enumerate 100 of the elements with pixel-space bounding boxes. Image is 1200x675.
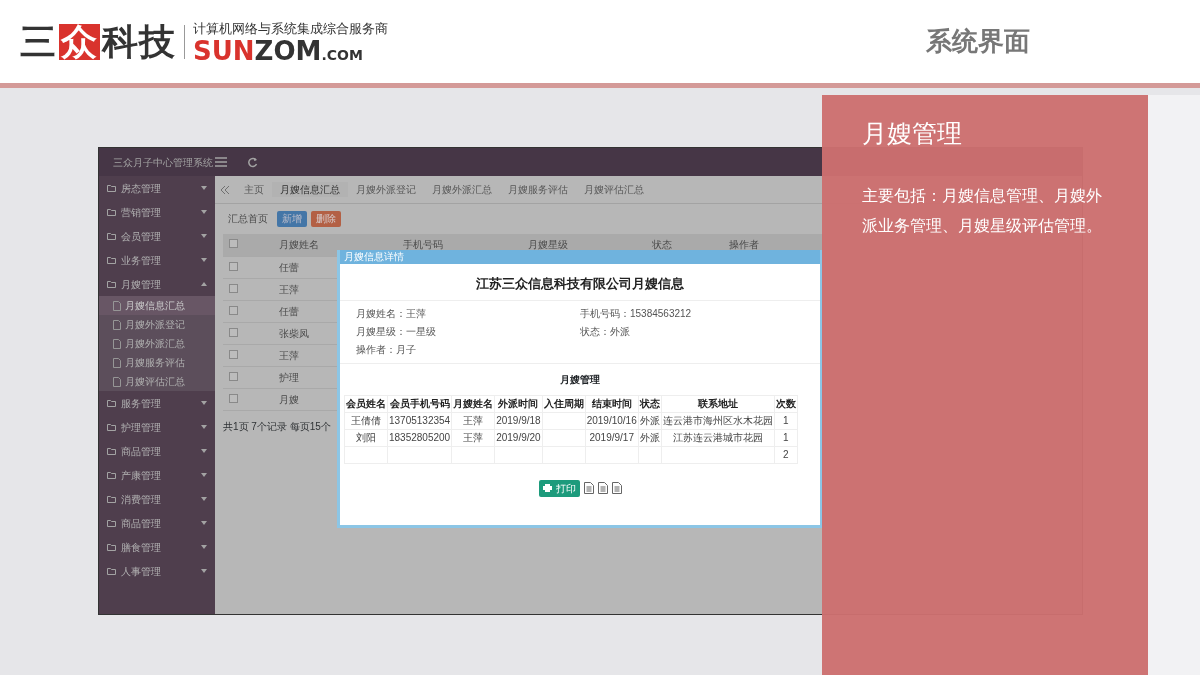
folder-icon (107, 446, 117, 456)
table-cell: 外派 (638, 429, 662, 446)
add-button[interactable]: 新增 (277, 211, 307, 227)
tab[interactable]: 月嫂服务评估 (500, 182, 576, 197)
tab[interactable]: 月嫂外派汇总 (424, 182, 500, 197)
folder-icon (107, 398, 117, 408)
sidebar-item[interactable]: 产康管理 (99, 463, 215, 487)
field-label: 操作者： (356, 343, 396, 357)
checkbox[interactable] (229, 261, 238, 271)
sidebar-item[interactable]: 营销管理 (99, 200, 215, 224)
slide-title: 系统界面 (926, 25, 1030, 58)
checkbox[interactable] (229, 327, 238, 337)
panel-text: 主要包括：月嫂信息管理、月嫂外派业务管理、月嫂星级评估管理。 (862, 184, 1103, 237)
sidebar-item[interactable]: 护理管理 (99, 415, 215, 439)
table-cell: 2019/9/18 (494, 412, 543, 429)
file-icon[interactable] (611, 482, 622, 494)
table-cell: 2019/9/17 (585, 429, 639, 446)
table-cell: 刘阳 (344, 429, 388, 446)
sidebar-item[interactable]: 人事管理 (99, 559, 215, 583)
folder-icon (107, 183, 117, 193)
brand-logo: 三众科技 (20, 23, 176, 60)
column-header: 月嫂姓名 (451, 395, 495, 412)
sidebar-item[interactable]: 消费管理 (99, 487, 215, 511)
print-button[interactable]: 打印 (538, 479, 580, 497)
table-cell: 1 (774, 429, 798, 446)
column-header: 次数 (774, 395, 798, 412)
brand-domain: SUNZOM.COM (193, 38, 364, 65)
sidebar-subitem[interactable]: 月嫂信息汇总 (99, 296, 215, 315)
checkbox[interactable] (229, 393, 238, 403)
sidebar-subitem[interactable]: 月嫂外派登记 (99, 315, 215, 334)
folder-icon (107, 279, 117, 289)
document-icon (113, 338, 121, 349)
folder-icon (107, 255, 117, 265)
table-cell: 江苏连云港城市花园 (661, 429, 775, 446)
folder-icon (107, 231, 117, 241)
sidebar-item[interactable]: 商品管理 (99, 439, 215, 463)
folder-icon (107, 518, 117, 528)
sidebar-item[interactable]: 房态管理 (99, 176, 215, 200)
table-cell: 2019/9/20 (494, 429, 543, 446)
field-label: 状态： (580, 325, 610, 339)
field-value: 月子 (396, 343, 416, 357)
table-cell: 18352805200 (387, 429, 452, 446)
brand-tagline: 计算机网络与系统集成综合服务商 (193, 19, 388, 38)
table-cell: 2019/10/16 (585, 412, 639, 429)
sidebar-item[interactable]: 业务管理 (99, 248, 215, 272)
column-header: 结束时间 (585, 395, 639, 412)
sidebar-item[interactable]: 商品管理 (99, 511, 215, 535)
collapse-icon[interactable] (221, 185, 230, 194)
app-title: 三众月子中心管理系统 (112, 155, 214, 170)
sidebar-subitem[interactable]: 月嫂外派汇总 (99, 334, 215, 353)
table-cell: 2 (774, 446, 798, 463)
pager-text: 共1页 7个记录 每页15个 (223, 420, 331, 432)
tab[interactable]: 主页 (236, 182, 272, 197)
tab[interactable]: 月嫂信息汇总 (272, 182, 348, 197)
folder-icon (107, 566, 117, 576)
folder-icon (107, 542, 117, 552)
checkbox[interactable] (229, 305, 238, 315)
field-value: 王萍 (406, 307, 426, 321)
delete-button[interactable]: 删除 (311, 211, 341, 227)
column-header: 外派时间 (494, 395, 543, 412)
column-header: 会员手机号码 (387, 395, 452, 412)
menu-icon[interactable] (215, 157, 227, 167)
sidebar-subitem[interactable]: 月嫂服务评估 (99, 353, 215, 372)
refresh-icon[interactable] (247, 156, 258, 168)
file-icon[interactable] (583, 482, 594, 494)
sidebar-item[interactable]: 服务管理 (99, 391, 215, 415)
column-header: 联系地址 (661, 395, 775, 412)
column-header: 入住周期 (542, 395, 586, 412)
file-icon[interactable] (597, 482, 608, 494)
column-header: 会员姓名 (344, 395, 388, 412)
checkbox[interactable] (229, 239, 238, 249)
table-cell: 连云港市海州区水木花园 (661, 412, 775, 429)
sidebar-item[interactable]: 会员管理 (99, 224, 215, 248)
checkbox[interactable] (229, 371, 238, 381)
tab[interactable]: 月嫂评估汇总 (576, 182, 652, 197)
folder-icon (107, 470, 117, 480)
checkbox[interactable] (229, 283, 238, 293)
tab[interactable]: 月嫂外派登记 (348, 182, 424, 197)
folder-icon (107, 422, 117, 432)
field-label: 手机号码： (580, 307, 630, 321)
table-cell: 王萍 (451, 412, 495, 429)
sidebar-item[interactable]: 月嫂管理 (99, 272, 215, 296)
folder-icon (107, 494, 117, 504)
checkbox[interactable] (229, 349, 238, 359)
document-icon (113, 376, 121, 387)
field-value: 一星级 (406, 325, 436, 339)
panel-title: 月嫂管理 (862, 118, 963, 150)
document-icon (113, 300, 121, 311)
field-value: 15384563212 (630, 307, 692, 321)
document-icon (113, 319, 121, 330)
table-cell: 1 (774, 412, 798, 429)
summary-button[interactable]: 汇总首页 (223, 211, 273, 227)
sidebar-item[interactable]: 膳食管理 (99, 535, 215, 559)
report-heading: 江苏三众信息科技有限公司月嫂信息 (340, 264, 820, 301)
table-cell: 13705132354 (387, 412, 452, 429)
table-cell: 王倩倩 (344, 412, 388, 429)
table-cell: 王萍 (451, 429, 495, 446)
document-icon (113, 357, 121, 368)
sidebar-subitem[interactable]: 月嫂评估汇总 (99, 372, 215, 391)
table-cell: 外派 (638, 412, 662, 429)
